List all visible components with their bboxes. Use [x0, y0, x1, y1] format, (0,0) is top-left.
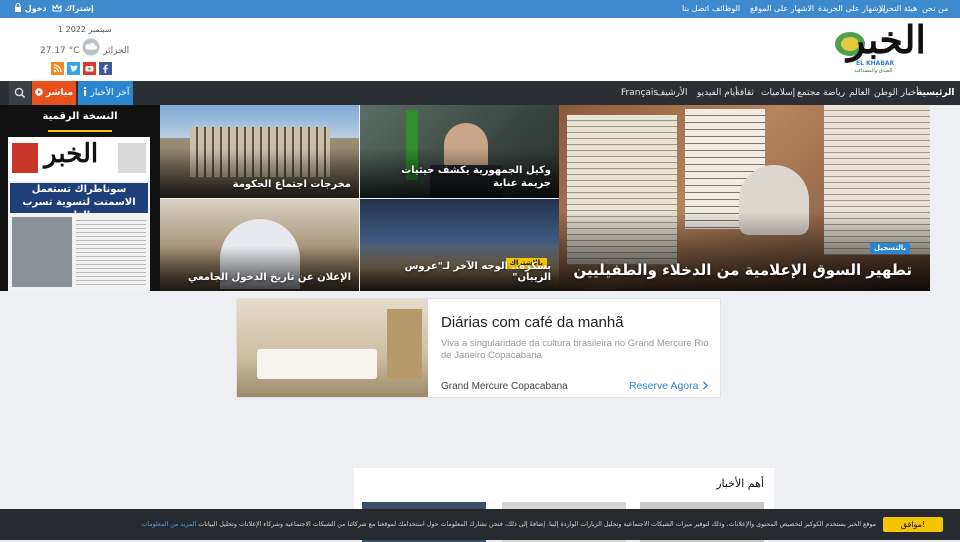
logo-wordmark: الخبر: [846, 17, 926, 62]
tile-shade: [160, 246, 359, 291]
hero-tile-government[interactable]: مخرجات اجتماع الحكومة: [160, 105, 359, 198]
live-play-icon: [35, 81, 43, 105]
login-link[interactable]: دخول: [14, 0, 47, 18]
cover-masthead-area: الخبر: [8, 137, 150, 181]
live-button[interactable]: مباشر: [32, 81, 76, 105]
logo-tagline: الصدق والمصداقية: [854, 68, 893, 74]
info-icon: [82, 81, 88, 105]
cookie-accept-button[interactable]: موافق!: [883, 517, 943, 532]
youtube-icon[interactable]: [83, 62, 96, 75]
tile-shade: [160, 148, 359, 198]
hero-tile-title: الإعلان عن تاريخ الدخول الجامعي: [187, 272, 351, 283]
topbar-link-site-ads[interactable]: الاشهار على الموقع: [750, 0, 814, 18]
social-links: [51, 62, 112, 75]
chevron-right-icon: [701, 380, 709, 392]
subscribe-label: إشتراك: [64, 4, 94, 13]
twitter-icon[interactable]: [67, 62, 80, 75]
facebook-icon[interactable]: [99, 62, 112, 75]
nav-item-francais[interactable]: Français: [621, 81, 658, 105]
cookie-text: موقع الخبر يستخدم الكوكيز لتخصيص المحتوى…: [90, 519, 876, 531]
digital-edition-title: النسخة الرقمية: [42, 111, 118, 122]
nav-item-culture[interactable]: ثقافة: [735, 81, 754, 105]
weather-widget: 27.17 °C الجزائر: [40, 38, 129, 56]
cover-side-box: [118, 143, 146, 173]
digital-edition-panel[interactable]: النسخة الرقمية الخبر سوناطراك تستعمل الا…: [0, 105, 160, 291]
rss-icon[interactable]: [51, 62, 64, 75]
topbar-link-contact[interactable]: اتصل بنا: [682, 0, 709, 18]
crown-icon: [52, 0, 62, 18]
ad-body: Viva a singularidade da cultura brasilei…: [441, 338, 709, 361]
digital-edition-cover[interactable]: الخبر سوناطراك تستعمل الاسمنت لتسوية تسر…: [8, 137, 150, 291]
site-header: 1 سبتمبر 2022 27.17 °C الجزائر الخبر EL …: [0, 18, 960, 81]
logo-latin: EL KHABAR: [856, 60, 895, 67]
header-date: 1 سبتمبر 2022: [58, 25, 112, 34]
topbar-link-paper-ads[interactable]: الاشهار على الجريدة: [818, 0, 886, 18]
cookie-message: موقع الخبر يستخدم الكوكيز لتخصيص المحتوى…: [198, 521, 876, 528]
latest-news-button[interactable]: آخر الأخبار: [78, 81, 133, 105]
nav-item-sport[interactable]: رياضة: [823, 81, 845, 105]
hero-tile-title: بسكرة.. الوجه الآخر لـ"عروس الزيبان": [404, 261, 551, 283]
live-label: مباشر: [46, 88, 74, 98]
subscribe-link[interactable]: إشتراك: [52, 0, 94, 18]
topbar-link-about[interactable]: من نحن: [922, 0, 948, 18]
nav-item-society[interactable]: مجتمع: [797, 81, 820, 105]
cookie-more-link[interactable]: المزيد من المعلومات: [141, 521, 196, 528]
search-button[interactable]: [9, 81, 31, 105]
nav-item-video[interactable]: أيام الفيديو: [697, 81, 738, 105]
cover-badge: [12, 143, 38, 173]
nav-item-home[interactable]: الرئيسية: [917, 81, 954, 105]
cover-text-columns: [76, 217, 146, 287]
topbar-link-editorial[interactable]: هيئة التحرير: [878, 0, 917, 18]
ad-cta-label: Reserve Agora: [629, 380, 699, 392]
ad-cta-button[interactable]: Reserve Agora: [629, 380, 709, 392]
hero-tile-title: مخرجات اجتماع الحكومة: [232, 179, 351, 190]
topbar-link-jobs[interactable]: الوظائف: [712, 0, 740, 18]
cover-photo: [12, 217, 72, 287]
top-bar: دخول إشتراك اتصل بنا الوظائف الاشهار على…: [0, 0, 960, 18]
cover-headline: سوناطراك تستعمل الاسمنت لتسوية تسرب الغا…: [10, 183, 148, 213]
weather-city: الجزائر: [103, 46, 130, 56]
nav-item-archive[interactable]: الأرشيف: [656, 81, 688, 105]
hero-tile-prosecutor[interactable]: وكيل الجمهورية يكشف حيثيات جريمة عنابة: [360, 105, 559, 198]
nav-item-national[interactable]: أخبار الوطن: [874, 81, 919, 105]
weather-temperature: 27.17 °C: [40, 46, 80, 56]
ad-image-hotel-room: [237, 299, 428, 397]
latest-news-label: آخر الأخبار: [90, 88, 130, 98]
hero-tile-biskra[interactable]: بالاشتراك بسكرة.. الوجه الآخر لـ"عروس ال…: [360, 199, 559, 291]
ad-headline: Diárias com café da manhã: [441, 314, 624, 331]
lock-icon: [14, 0, 22, 18]
hero-tile-university[interactable]: الإعلان عن تاريخ الدخول الجامعي: [160, 199, 359, 291]
login-label: دخول: [24, 4, 47, 13]
ad-bed: [257, 349, 377, 379]
hero-main-title: تطهير السوق الإعلامية من الدخلاء والطفيل…: [573, 261, 912, 279]
hero-tile-title: وكيل الجمهورية يكشف حيثيات جريمة عنابة: [401, 165, 551, 189]
hero-main-story[interactable]: بالتسجيل تطهير السوق الإعلامية من الدخلا…: [559, 105, 930, 291]
cover-masthead: الخبر: [44, 139, 99, 169]
search-icon: [14, 87, 26, 99]
main-nav: مباشر آخر الأخبار Français الأرشيف أيام …: [0, 81, 960, 105]
cookie-banner: موافق! موقع الخبر يستخدم الكوكيز لتخصيص …: [0, 509, 960, 540]
registration-tag: بالتسجيل: [869, 243, 910, 254]
nav-item-world[interactable]: العالم: [849, 81, 870, 105]
title-underline: [48, 130, 112, 132]
ad-curtain: [387, 309, 422, 379]
site-logo[interactable]: الخبر EL KHABAR الصدق والمصداقية: [828, 18, 928, 78]
ad-brand: Grand Mercure Copacabana: [441, 381, 568, 392]
advertisement[interactable]: Diárias com café da manhã Viva a singula…: [236, 298, 721, 398]
nav-item-islamiyat[interactable]: إسلاميات: [761, 81, 795, 105]
cloud-icon: [82, 38, 100, 63]
top-news-title: أهم الأخبار: [716, 477, 764, 490]
